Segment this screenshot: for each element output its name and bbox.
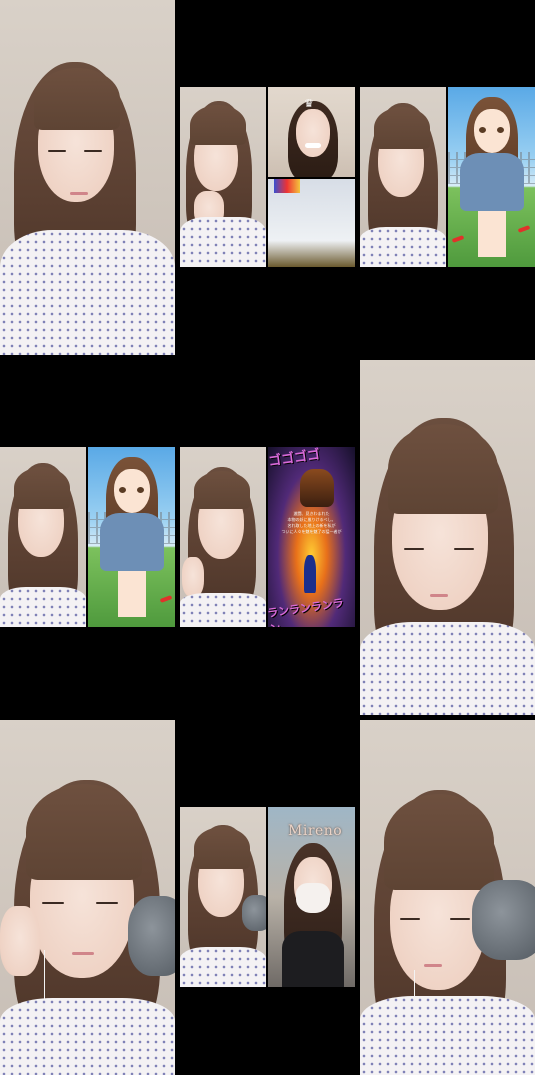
bangs: [194, 471, 250, 509]
shirt: [180, 593, 266, 627]
video-tile-2[interactable]: ♛: [180, 87, 355, 267]
manga-legs: [118, 571, 146, 617]
jojo-caption-2: 本物の妖に嵐りけるべし。: [287, 517, 336, 522]
panel-streamer: [180, 447, 266, 627]
microphone: [128, 896, 175, 976]
shirt: [360, 227, 446, 267]
panel-streamer: [0, 447, 86, 627]
mouth: [70, 192, 88, 195]
bangs: [190, 105, 246, 145]
top: [282, 931, 344, 987]
manga-eye: [479, 127, 486, 133]
eye: [48, 150, 66, 152]
hand: [0, 906, 40, 976]
jojo-caption-1: 激闘、見きわまれた: [293, 511, 330, 516]
video-tile-1[interactable]: [0, 0, 175, 355]
video-tile-8[interactable]: Mireno: [180, 807, 355, 987]
bangs: [26, 784, 142, 880]
eye: [84, 150, 102, 152]
manga-eye: [497, 127, 504, 133]
crown-icon: ♛: [304, 97, 314, 110]
manga-sweatshirt: [100, 513, 164, 571]
shirt: [360, 622, 535, 715]
panel-guest-smiling: ♛: [268, 87, 355, 177]
mouth: [72, 952, 94, 955]
video-tile-5[interactable]: ゴゴゴゴ 激闘、見きわまれた 本物の妖に嵐りけるべし。 名れ取した地上の新を私が…: [180, 447, 355, 627]
bangs: [34, 68, 120, 130]
manga-sweatshirt: [460, 153, 524, 211]
panel-manga: [88, 447, 175, 627]
jojo-caption-3: 名れ取した地上の新を私が: [287, 523, 336, 528]
eye: [404, 548, 424, 550]
eye: [454, 548, 474, 550]
bangs: [374, 107, 430, 149]
manga-legs: [478, 211, 506, 257]
shirt: [0, 587, 86, 627]
face: [296, 109, 330, 157]
panel-streamer: [360, 87, 446, 267]
manga-eye: [119, 487, 126, 493]
video-tile-4[interactable]: [0, 447, 175, 627]
manga-eye: [137, 487, 144, 493]
microphone: [472, 880, 535, 960]
panel-streamer: [180, 87, 266, 267]
video-tile-9[interactable]: [360, 720, 535, 1075]
jojo-caption-4: ついに人々を魅を魅了の猛一者が: [281, 529, 342, 534]
mouth: [424, 964, 442, 967]
shirt: [180, 217, 266, 267]
jojo-figure: [304, 555, 316, 593]
panel-streamer: [180, 807, 266, 987]
bangs: [14, 467, 70, 509]
video-tile-6[interactable]: [360, 360, 535, 715]
hand: [182, 557, 204, 597]
face-mask: [296, 883, 330, 913]
jojo-character: [300, 469, 334, 507]
mouth: [305, 143, 321, 148]
guest-name-overlay: Mireno: [288, 823, 343, 839]
shirt: [180, 947, 266, 987]
eye: [42, 902, 64, 904]
panel-guest-masked: Mireno: [268, 807, 355, 987]
panel-screen-share: [268, 179, 355, 267]
bangs: [388, 424, 498, 514]
shirt: [360, 996, 535, 1075]
microphone: [242, 895, 266, 931]
eye: [450, 918, 470, 920]
eye: [400, 918, 420, 920]
shirt: [0, 998, 175, 1075]
bangs: [384, 794, 494, 890]
bangs: [194, 827, 250, 869]
sticker-thumbnail: [274, 179, 300, 193]
panel-manga: [448, 87, 535, 267]
shirt: [0, 230, 175, 355]
eye: [96, 902, 118, 904]
video-tile-3[interactable]: [360, 87, 535, 267]
mouth: [430, 594, 448, 597]
video-tile-7[interactable]: [0, 720, 175, 1075]
panel-jojo-art: ゴゴゴゴ 激闘、見きわまれた 本物の妖に嵐りけるべし。 名れ取した地上の新を私が…: [268, 447, 355, 627]
